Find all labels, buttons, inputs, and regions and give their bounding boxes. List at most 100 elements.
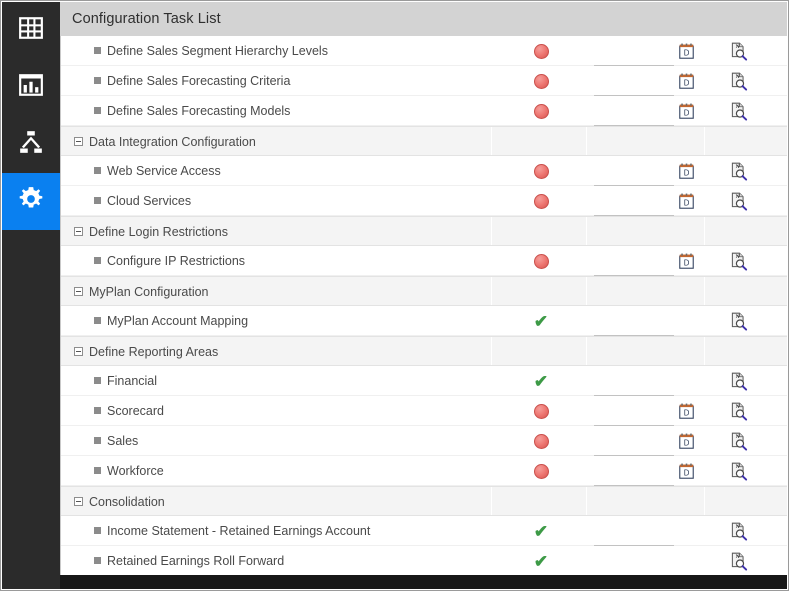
gear-icon [17, 185, 45, 218]
calendar-icon[interactable]: D [678, 463, 694, 479]
document-inspect-icon[interactable]: N [730, 462, 748, 481]
task-row[interactable]: Web Service Access D N [61, 156, 787, 186]
due-date-input[interactable] [594, 204, 674, 216]
task-row[interactable]: Retained Earnings Roll Forward ✔ N [61, 546, 787, 575]
calendar-icon[interactable]: D [678, 403, 694, 419]
collapse-expander-icon[interactable] [74, 497, 83, 507]
due-date-input[interactable] [594, 534, 674, 546]
check-icon: ✔ [533, 371, 549, 391]
due-date-input[interactable] [594, 264, 674, 276]
document-inspect-icon[interactable]: N [730, 402, 748, 421]
document-inspect-icon[interactable]: N [730, 42, 748, 61]
svg-text:D: D [684, 469, 690, 478]
task-row[interactable]: Workforce D N [61, 456, 787, 486]
column-separator [704, 217, 705, 245]
document-inspect-icon[interactable]: N [730, 72, 748, 91]
task-group-label: Data Integration Configuration [89, 135, 256, 149]
task-label: Cloud Services [107, 194, 192, 208]
due-date-input[interactable] [594, 174, 674, 186]
task-group-row[interactable]: MyPlan Configuration [61, 276, 787, 306]
sidebar-item-settings[interactable] [2, 173, 60, 230]
collapse-expander-icon[interactable] [74, 137, 83, 147]
document-inspect-icon[interactable]: N [730, 252, 748, 271]
incomplete-circle-icon [533, 73, 549, 89]
page-header: Configuration Task List [60, 2, 787, 36]
document-inspect-icon[interactable]: N [730, 192, 748, 211]
calendar-icon[interactable]: D [678, 193, 694, 209]
document-inspect-icon[interactable]: N [730, 162, 748, 181]
task-label: Define Sales Segment Hierarchy Levels [107, 44, 328, 58]
due-date-input[interactable] [594, 444, 674, 456]
column-separator [586, 487, 587, 515]
collapse-expander-icon[interactable] [74, 287, 83, 297]
sidebar-item-reports[interactable] [2, 59, 60, 116]
calendar-icon[interactable]: D [678, 163, 694, 179]
sidebar-item-dashboard[interactable] [2, 2, 60, 59]
task-label: Scorecard [107, 404, 164, 418]
sidebar-item-structure[interactable] [2, 116, 60, 173]
status-badge [526, 96, 556, 126]
task-row[interactable]: MyPlan Account Mapping ✔ N [61, 306, 787, 336]
document-inspect-icon[interactable]: N [730, 522, 748, 541]
svg-text:D: D [684, 259, 690, 268]
document-inspect-icon[interactable]: N [730, 372, 748, 391]
calendar-icon[interactable]: D [678, 253, 694, 269]
task-row[interactable]: Define Sales Forecasting Models D N [61, 96, 787, 126]
due-date-input[interactable] [594, 414, 674, 426]
due-date-input[interactable] [594, 564, 674, 575]
page-title: Configuration Task List [72, 11, 221, 27]
task-group-label: Consolidation [89, 495, 165, 509]
document-inspect-icon[interactable]: N [730, 552, 748, 571]
task-row[interactable]: Define Sales Forecasting Criteria D N [61, 66, 787, 96]
collapse-expander-icon[interactable] [74, 347, 83, 357]
task-group-label: Define Reporting Areas [89, 345, 219, 359]
check-icon: ✔ [533, 311, 549, 331]
task-group-row[interactable]: Consolidation [61, 486, 787, 516]
task-bullet-icon [94, 467, 101, 475]
document-inspect-icon[interactable]: N [730, 432, 748, 451]
task-row[interactable]: Scorecard D N [61, 396, 787, 426]
due-date-input[interactable] [594, 84, 674, 96]
incomplete-circle-icon [533, 463, 549, 479]
svg-text:D: D [684, 109, 690, 118]
task-group-row[interactable]: Data Integration Configuration [61, 126, 787, 156]
task-bullet-icon [94, 437, 101, 445]
collapse-expander-icon[interactable] [74, 227, 83, 237]
task-group-row[interactable]: Define Reporting Areas [61, 336, 787, 366]
calendar-icon[interactable]: D [678, 103, 694, 119]
due-date-input[interactable] [594, 384, 674, 396]
due-date-input[interactable] [594, 474, 674, 486]
svg-text:N: N [736, 164, 740, 170]
task-row[interactable]: Financial ✔ N [61, 366, 787, 396]
due-date-input[interactable] [594, 54, 674, 66]
task-row[interactable]: Sales D N [61, 426, 787, 456]
task-bullet-icon [94, 407, 101, 415]
status-badge: ✔ [526, 366, 556, 396]
calendar-icon[interactable]: D [678, 433, 694, 449]
task-row[interactable]: Configure IP Restrictions D N [61, 246, 787, 276]
task-row[interactable]: Income Statement - Retained Earnings Acc… [61, 516, 787, 546]
bar-chart-icon [18, 72, 44, 103]
column-separator [704, 127, 705, 155]
task-label: Income Statement - Retained Earnings Acc… [107, 524, 371, 538]
due-date-input[interactable] [594, 324, 674, 336]
status-badge [526, 426, 556, 456]
task-label: Workforce [107, 464, 164, 478]
task-bullet-icon [94, 107, 101, 115]
task-bullet-icon [94, 317, 101, 325]
document-inspect-icon[interactable]: N [730, 312, 748, 331]
task-bullet-icon [94, 167, 101, 175]
svg-text:N: N [736, 374, 740, 380]
task-bullet-icon [94, 197, 101, 205]
task-row[interactable]: Define Sales Segment Hierarchy Levels D N [61, 36, 787, 66]
svg-text:N: N [736, 404, 740, 410]
due-date-input[interactable] [594, 114, 674, 126]
calendar-icon[interactable]: D [678, 73, 694, 89]
column-separator [586, 217, 587, 245]
configuration-task-grid[interactable]: Define Sales Segment Hierarchy Levels D N D… [60, 36, 787, 575]
task-row[interactable]: Cloud Services D N [61, 186, 787, 216]
task-bullet-icon [94, 77, 101, 85]
task-group-row[interactable]: Define Login Restrictions [61, 216, 787, 246]
calendar-icon[interactable]: D [678, 43, 694, 59]
document-inspect-icon[interactable]: N [730, 102, 748, 121]
